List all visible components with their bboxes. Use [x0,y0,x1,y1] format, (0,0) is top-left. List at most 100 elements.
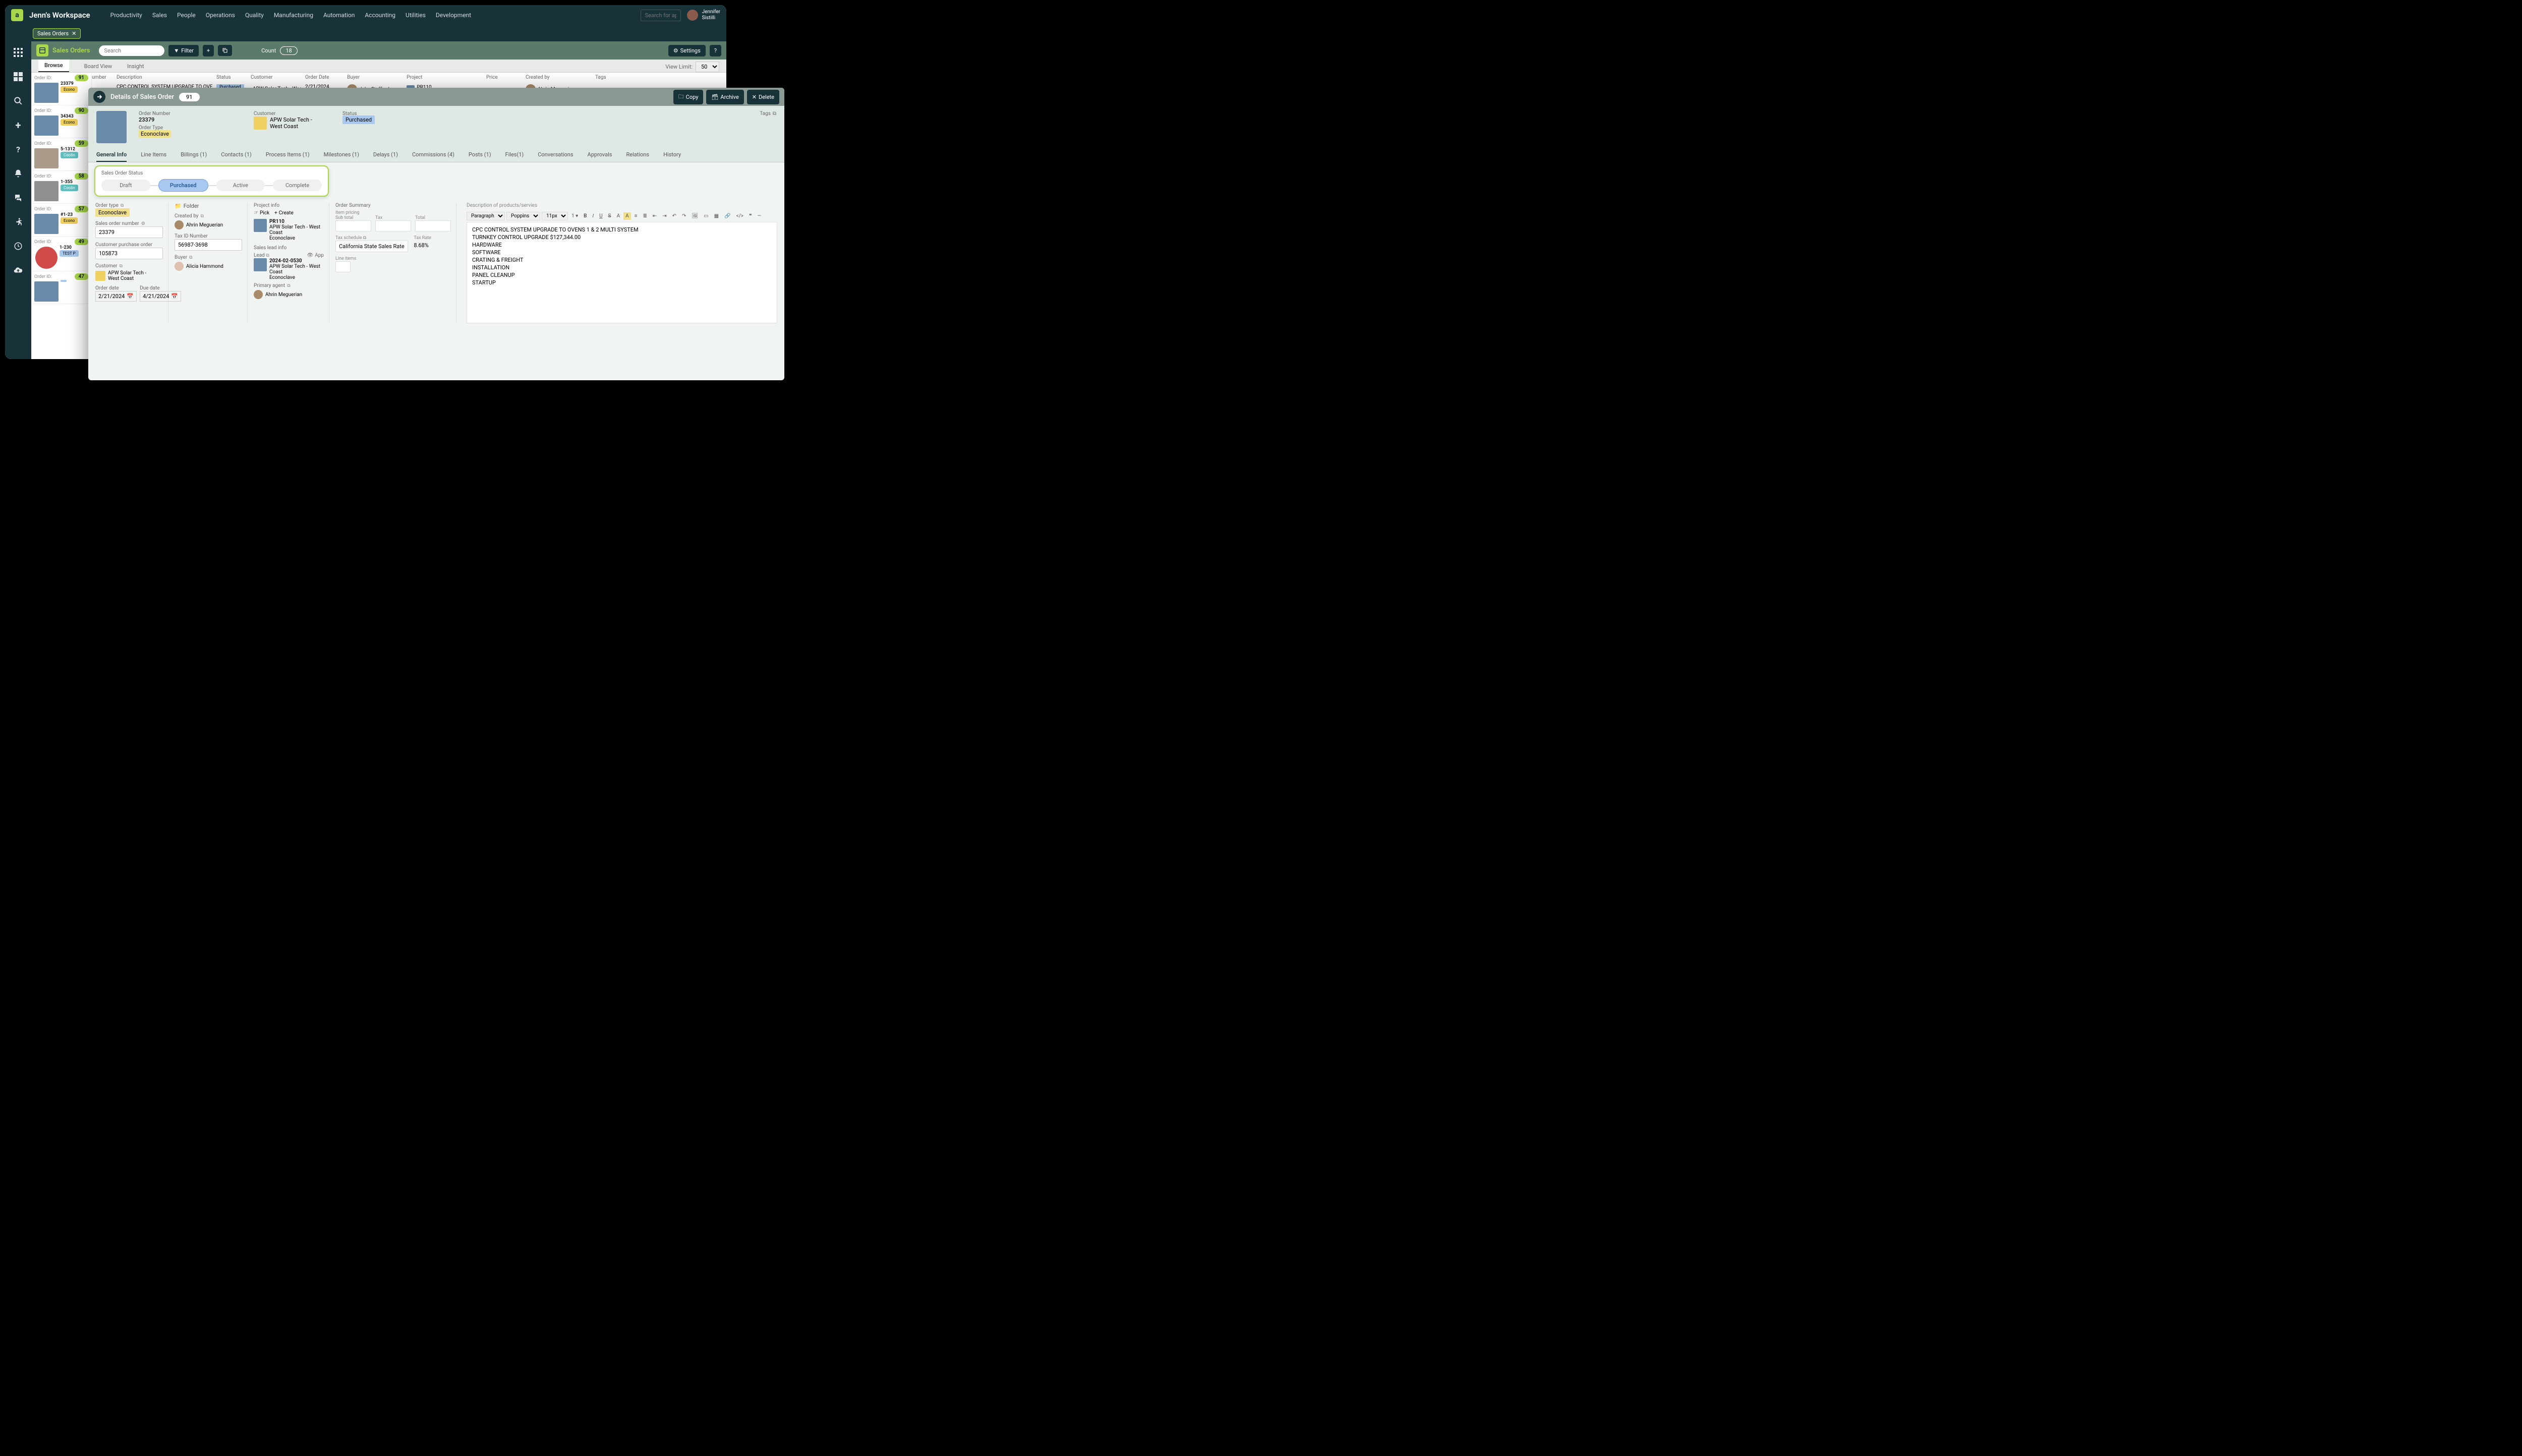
buyer-chip[interactable]: Alicia Hammond [175,262,242,271]
rte-paragraph[interactable]: Paragraph [467,212,505,220]
image-icon[interactable]: 🖼 [690,212,700,220]
numbered-icon[interactable]: ≣ [641,212,649,220]
detail-tab[interactable]: Approvals [588,148,612,162]
rte-heading[interactable]: 1 ▾ [569,212,580,220]
settings-button[interactable]: ⚙Settings [668,45,706,56]
upload-icon[interactable] [13,265,23,275]
external-link-icon[interactable]: ⧉ [266,253,269,258]
redo-icon[interactable]: ↷ [680,212,688,220]
copy-button[interactable]: 🗀Copy [673,90,704,104]
bell-icon[interactable] [13,168,23,179]
status-step[interactable]: Complete [273,180,322,191]
detail-tab[interactable]: Commissions (4) [412,148,454,162]
external-link-icon[interactable]: ⧉ [287,283,290,288]
user-menu[interactable]: JenniferSistilli [687,9,720,21]
app-link[interactable]: 👁 App [307,253,324,258]
cpo-input[interactable] [95,248,163,259]
list-item[interactable]: Order ID:59 5-1312Coolin [31,138,91,171]
tab-sales-orders[interactable]: Sales Orders ✕ [33,28,81,39]
detail-tab[interactable]: Posts (1) [469,148,491,162]
nav-utilities[interactable]: Utilities [406,12,426,19]
rte-size[interactable]: 11px [542,212,568,220]
list-item[interactable]: Order ID:58 1-355Coolin [31,171,91,204]
nav-productivity[interactable]: Productivity [110,12,142,19]
create-action[interactable]: +Create [274,210,294,216]
apps-icon[interactable] [13,47,23,57]
nav-automation[interactable]: Automation [323,12,355,19]
status-step[interactable]: Purchased [158,179,208,192]
nav-quality[interactable]: Quality [245,12,264,19]
agent-chip[interactable]: Ahrin Meguerian [254,290,324,299]
help-button[interactable]: ? [710,45,721,56]
table-icon[interactable]: ▦ [712,212,721,220]
search-app-input[interactable] [641,10,681,21]
limit-select[interactable]: 50 [696,62,719,72]
gear-icon[interactable]: ⚙ [141,221,145,226]
filter-button[interactable]: ▼Filter [168,45,198,56]
underline-icon[interactable]: U [597,212,604,220]
detail-tab[interactable]: History [663,148,681,162]
bullet-icon[interactable]: ≡ [633,212,640,220]
external-link-icon[interactable]: ⧉ [773,111,776,117]
detail-tab[interactable]: Line Items [141,148,166,162]
tab-insight[interactable]: Insight [127,61,144,72]
list-item[interactable]: Order ID:49 1-230TEST P [31,237,91,271]
video-icon[interactable]: ▭ [702,212,710,220]
external-link-icon[interactable]: ⧉ [121,203,124,208]
status-step[interactable]: Active [216,180,265,191]
run-icon[interactable] [13,217,23,227]
external-link-icon[interactable]: ⧉ [363,236,366,241]
outdent-icon[interactable]: ⇤ [651,212,659,220]
nav-development[interactable]: Development [436,12,471,19]
external-link-icon[interactable]: ⧉ [189,255,192,260]
detail-tab[interactable]: Milestones (1) [324,148,359,162]
tax-id-input[interactable] [175,239,242,251]
description-editor[interactable]: CPC CONTROL SYSTEM UPGRADE TO OVENS 1 & … [467,222,777,323]
detail-tab[interactable]: Relations [626,148,649,162]
detail-tab[interactable]: Process Items (1) [266,148,310,162]
highlight-icon[interactable]: A [623,212,631,220]
app-logo[interactable]: a [11,9,23,21]
detail-tab[interactable]: Files(1) [505,148,524,162]
detail-tab[interactable]: Contacts (1) [221,148,252,162]
nav-accounting[interactable]: Accounting [365,12,395,19]
detail-tab[interactable]: General Info [96,148,127,162]
list-item[interactable]: Order ID:90 34343Econo [31,105,91,138]
customer-chip[interactable]: APW Solar Tech - West Coast [95,270,163,281]
tab-board[interactable]: Board View [84,61,112,72]
search-input[interactable] [99,45,164,56]
nav-manufacturing[interactable]: Manufacturing [274,12,313,19]
help-icon[interactable]: ? [13,144,23,154]
list-item[interactable]: Order ID:47 [31,271,91,304]
back-button[interactable] [93,91,105,103]
external-link-icon[interactable]: ⧉ [120,264,123,269]
list-item[interactable]: Order ID:91 23379Econo [31,73,91,105]
link-icon[interactable]: 🔗 [722,212,732,220]
color-icon[interactable]: A [615,212,622,220]
italic-icon[interactable]: I [591,212,596,220]
pick-action[interactable]: ☞Pick [254,210,269,216]
tax-schedule[interactable]: California State Sales Rate [335,241,408,252]
lead-card[interactable]: 2024-02-0530APW Solar Tech - West CoastE… [254,258,324,279]
order-date-input[interactable]: 2/21/2024📅 [95,291,137,302]
detail-tab[interactable]: Conversations [538,148,573,162]
hr-icon[interactable]: — [755,212,763,220]
nav-sales[interactable]: Sales [152,12,167,19]
detail-tab[interactable]: Billings (1) [181,148,207,162]
detail-tab[interactable]: Delays (1) [373,148,398,162]
created-by-chip[interactable]: Ahrin Meguerian [175,220,242,229]
duplicate-button[interactable] [218,45,232,56]
rte-font[interactable]: Poppins [506,212,540,220]
dashboard-icon[interactable] [13,72,23,82]
tags-field[interactable]: Tags⧉ [760,111,776,117]
delete-button[interactable]: ✕Delete [747,90,779,104]
indent-icon[interactable]: ⇥ [660,212,668,220]
search-icon[interactable] [13,96,23,106]
bold-icon[interactable]: B [582,212,589,220]
list-item[interactable]: Order ID:57 #1-23Econo [31,204,91,237]
project-card[interactable]: PR110APW Solar Tech - West CoastEconocla… [254,219,324,241]
code-icon[interactable]: </> [734,212,746,220]
quote-icon[interactable]: ❝ [747,212,754,220]
order-type-value[interactable]: Econoclave [95,208,130,217]
add-button[interactable]: + [203,45,214,56]
